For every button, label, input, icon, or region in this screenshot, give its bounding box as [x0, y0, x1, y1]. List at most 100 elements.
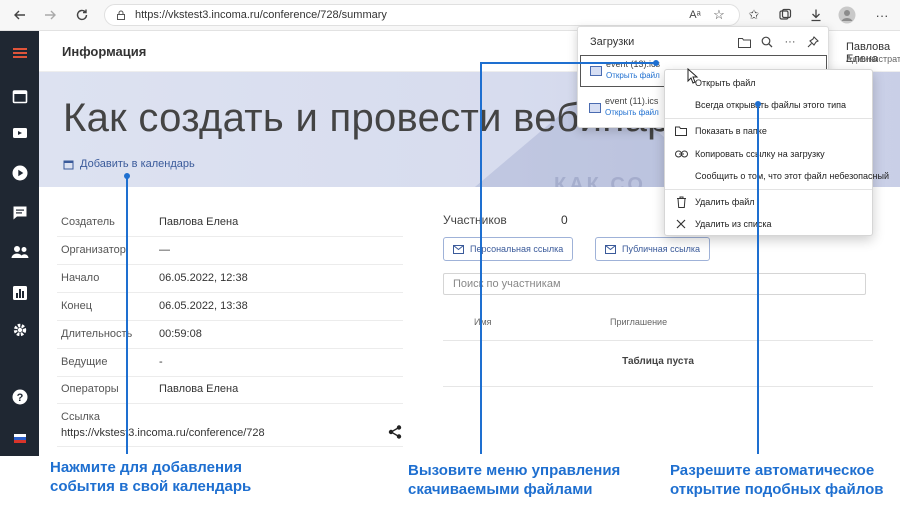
- downloads-title: Загрузки: [590, 36, 635, 48]
- lock-icon: [117, 10, 125, 20]
- participants-label: Участников: [443, 213, 507, 227]
- nav-conferences[interactable]: [9, 122, 30, 143]
- pin-downloads-button[interactable]: [805, 34, 821, 50]
- nav-chat[interactable]: [9, 202, 30, 223]
- detail-value-link[interactable]: https://vkstest3.incoma.ru/conference/72…: [61, 427, 265, 439]
- detail-label-hosts: Ведущие: [61, 356, 108, 368]
- ics-file-icon: [590, 66, 602, 76]
- annotation-caption-auto-open: Разрешите автоматическое открытие подобн…: [670, 461, 883, 499]
- hamburger-icon: [12, 47, 27, 58]
- search-icon: [761, 36, 773, 48]
- menu-item-always-open[interactable]: Всегда открывать файлы этого типа: [665, 95, 872, 115]
- nav-calendar[interactable]: [9, 85, 30, 106]
- profile-avatar-icon: [838, 6, 856, 24]
- table-divider: [443, 386, 873, 387]
- personal-link-button[interactable]: Персональная ссылка: [443, 237, 574, 261]
- nav-users[interactable]: [9, 241, 30, 262]
- menu-item-delete-file[interactable]: Удалить файл: [665, 192, 872, 212]
- downloads-button[interactable]: [806, 5, 826, 25]
- link-icon: [674, 147, 688, 161]
- detail-label-operators: Операторы: [61, 383, 119, 395]
- column-header-name[interactable]: Имя: [474, 317, 492, 327]
- back-button[interactable]: [8, 4, 32, 26]
- detail-value-hosts: -: [159, 356, 163, 368]
- menu-item-label: Удалить файл: [695, 197, 755, 207]
- read-aloud-button[interactable]: Aᵃ: [685, 5, 705, 25]
- menu-item-report-unsafe[interactable]: Сообщить о том, что этот файл небезопасн…: [665, 166, 889, 186]
- nav-recordings[interactable]: [9, 162, 30, 183]
- download-file-name: event (11).ics: [605, 96, 659, 106]
- nav-stats[interactable]: [9, 282, 30, 303]
- svg-text:?: ?: [16, 392, 23, 404]
- star-add-icon: ☆: [713, 7, 725, 22]
- collections-button[interactable]: [775, 5, 795, 25]
- favorite-star-button[interactable]: ☆: [709, 5, 729, 25]
- annotation-line: [757, 104, 759, 454]
- divider: [57, 403, 403, 404]
- menu-item-label: Удалить из списка: [695, 219, 772, 229]
- add-to-calendar-link[interactable]: Добавить в календарь: [63, 158, 195, 170]
- nav-menu-button[interactable]: [9, 42, 30, 63]
- detail-value-organizer: —: [159, 244, 170, 256]
- open-downloads-folder-button[interactable]: [736, 34, 752, 50]
- mouse-cursor-icon: [687, 68, 699, 84]
- more-dots-icon: ···: [875, 7, 889, 23]
- refresh-button[interactable]: [70, 4, 94, 26]
- russia-flag-icon: [13, 434, 26, 443]
- participants-search-input[interactable]: [443, 273, 866, 295]
- gear-icon: [13, 323, 26, 336]
- search-downloads-button[interactable]: [759, 34, 775, 50]
- menu-item-remove-from-list[interactable]: Удалить из списка: [665, 214, 872, 234]
- detail-label-end: Конец: [61, 300, 93, 312]
- open-file-link[interactable]: Открыть файл: [605, 108, 659, 117]
- share-button[interactable]: [387, 424, 403, 440]
- page-title: Информация: [62, 44, 147, 59]
- play-circle-icon: [12, 165, 27, 180]
- table-header-divider: [443, 340, 873, 341]
- personal-link-label: Персональная ссылка: [470, 244, 564, 254]
- menu-divider: [665, 118, 872, 119]
- refresh-icon: [76, 9, 88, 21]
- public-link-button[interactable]: Публичная ссылка: [595, 237, 710, 261]
- divider: [57, 264, 403, 265]
- profile-button[interactable]: [837, 5, 857, 25]
- divider: [57, 236, 403, 237]
- annotation-line: [126, 176, 128, 454]
- nav-help[interactable]: ?: [9, 386, 30, 407]
- downloads-more-button[interactable]: ···: [782, 34, 798, 50]
- browser-menu-button[interactable]: ···: [872, 5, 892, 25]
- menu-item-label: Сообщить о том, что этот файл небезопасн…: [695, 171, 889, 181]
- calendar-icon: [12, 89, 27, 103]
- ics-file-icon: [589, 103, 601, 113]
- menu-item-copy-link[interactable]: Копировать ссылку на загрузку: [665, 144, 872, 164]
- divider: [57, 320, 403, 321]
- favorites-button[interactable]: ✩: [744, 5, 764, 25]
- menu-item-label: Открыть файл: [695, 78, 756, 88]
- address-bar[interactable]: https://vkstest3.incoma.ru/conference/72…: [104, 4, 740, 26]
- caption-text: Нажмите для добавления события в свой ка…: [50, 459, 252, 495]
- nav-settings[interactable]: [9, 319, 30, 340]
- chat-icon: [13, 206, 26, 219]
- menu-item-label: Копировать ссылку на загрузку: [695, 149, 825, 159]
- left-nav: ?: [0, 31, 39, 456]
- share-icon: [388, 425, 402, 439]
- participants-count: 0: [561, 213, 568, 227]
- detail-label-duration: Длительность: [61, 328, 133, 340]
- detail-value-start: 06.05.2022, 12:38: [159, 272, 248, 284]
- detail-label-organizer: Организатор: [61, 244, 126, 256]
- open-file-link[interactable]: Открыть файл: [606, 71, 660, 80]
- divider: [57, 446, 403, 447]
- nav-language[interactable]: [9, 428, 30, 449]
- close-icon: [674, 217, 688, 231]
- menu-item-show-in-folder[interactable]: Показать в папке: [665, 121, 872, 141]
- collections-icon: [779, 8, 792, 20]
- download-icon: [811, 9, 821, 22]
- video-camera-icon: [12, 127, 27, 138]
- public-link-label: Публичная ссылка: [622, 244, 700, 254]
- bar-chart-icon: [12, 285, 27, 300]
- banner-decor-text: КАК СО: [554, 174, 646, 187]
- forward-button[interactable]: [38, 4, 62, 26]
- calendar-small-icon: [63, 160, 74, 169]
- column-header-invite[interactable]: Приглашение: [610, 317, 667, 327]
- envelope-icon: [605, 244, 616, 254]
